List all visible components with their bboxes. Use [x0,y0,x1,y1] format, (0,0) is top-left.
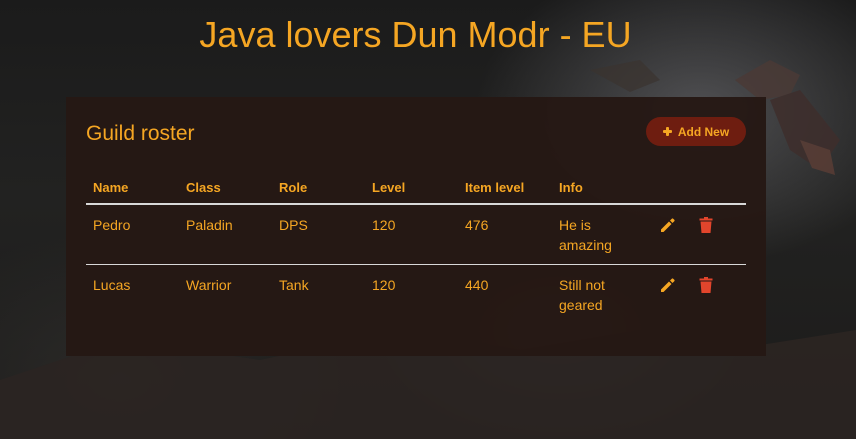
cell-item-level: 476 [458,204,552,265]
column-header-class[interactable]: Class [179,171,272,204]
plus-icon [662,127,672,136]
edit-pencil-icon[interactable] [660,216,676,234]
cell-name: Pedro [86,204,179,265]
delete-trash-icon[interactable] [698,216,714,234]
column-header-info[interactable]: Info [552,171,645,204]
edit-pencil-icon[interactable] [660,276,676,294]
column-header-role[interactable]: Role [272,171,365,204]
panel-title: Guild roster [86,122,195,145]
cell-info: Still not geared [559,277,605,313]
delete-trash-icon[interactable] [698,276,714,294]
table-row: Lucas Warrior Tank 120 440 Still not gea… [86,265,746,325]
cell-class: Paladin [179,204,272,265]
cell-item-level: 440 [465,277,489,293]
add-new-button[interactable]: Add New [646,117,746,146]
cell-actions [645,204,746,265]
guild-roster-panel: Guild roster Add New Name Class Role Lev… [66,97,766,356]
cell-info: He is amazing [552,204,645,265]
cell-level: 120 [372,277,396,293]
column-header-actions [645,171,746,204]
table-header-row: Name Class Role Level Item level Info [86,171,746,204]
column-header-name[interactable]: Name [86,171,179,204]
cell-level: 120 [365,204,458,265]
column-header-level[interactable]: Level [365,171,458,204]
table-row: Pedro Paladin DPS 120 476 He is amazing [86,204,746,265]
cell-role: DPS [272,204,365,265]
page-title: Java lovers Dun Modr - EU [199,14,632,55]
cell-role: Tank [279,277,309,293]
roster-table: Name Class Role Level Item level Info Pe… [86,171,746,324]
add-new-label: Add New [677,124,730,139]
cell-name: Lucas [93,277,131,293]
cell-actions [645,265,746,325]
column-header-item-level[interactable]: Item level [458,171,552,204]
cell-class: Warrior [186,277,232,293]
